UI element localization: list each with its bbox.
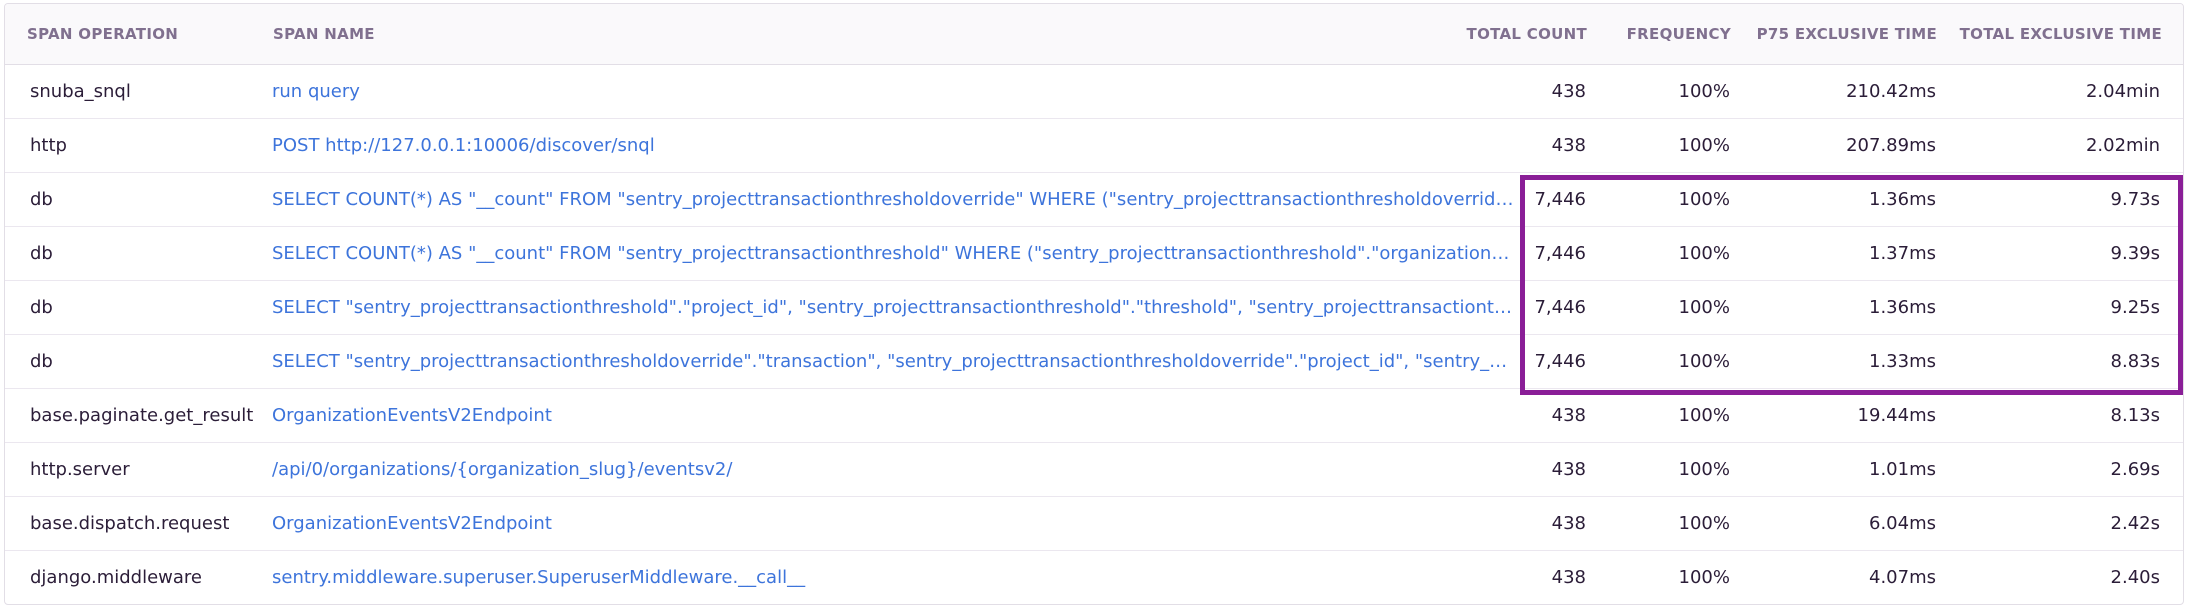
- span-operation: django.middleware: [30, 567, 203, 588]
- span-operation: db: [30, 189, 53, 210]
- span-name-link[interactable]: run query: [272, 65, 1517, 119]
- table-row: db SELECT "sentry_projecttransactionthre…: [5, 335, 2183, 389]
- p75-exclusive-time: 1.36ms: [1869, 297, 1936, 318]
- total-count: 438: [1551, 405, 1586, 426]
- span-name-link[interactable]: OrganizationEventsV2Endpoint: [272, 389, 1517, 443]
- span-name-link[interactable]: OrganizationEventsV2Endpoint: [272, 497, 1517, 551]
- p75-exclusive-time: 19.44ms: [1857, 405, 1936, 426]
- total-exclusive-time: 2.69s: [2110, 459, 2160, 480]
- span-operations-table: SPAN OPERATION SPAN NAME TOTAL COUNT FRE…: [4, 3, 2184, 605]
- frequency: 100%: [1678, 513, 1730, 534]
- total-count: 438: [1551, 459, 1586, 480]
- span-name-link[interactable]: /api/0/organizations/{organization_slug}…: [272, 443, 1517, 497]
- p75-exclusive-time: 1.36ms: [1869, 189, 1936, 210]
- span-name-link[interactable]: POST http://127.0.0.1:10006/discover/snq…: [272, 119, 1517, 173]
- total-count: 7,446: [1534, 297, 1586, 318]
- header-p75-exclusive-time[interactable]: P75 EXCLUSIVE TIME: [1757, 4, 1937, 65]
- span-operation: base.paginate.get_result: [30, 405, 254, 426]
- total-exclusive-time: 9.39s: [2110, 243, 2160, 264]
- total-exclusive-time: 2.04min: [2085, 81, 2160, 102]
- span-operation: http: [30, 135, 67, 156]
- p75-exclusive-time: 1.01ms: [1869, 459, 1936, 480]
- span-name-link[interactable]: SELECT COUNT(*) AS "__count" FROM "sentr…: [272, 173, 1517, 227]
- header-frequency[interactable]: FREQUENCY: [1627, 4, 1731, 65]
- span-operation: db: [30, 297, 53, 318]
- span-operation: snuba_snql: [30, 81, 131, 102]
- table-row: base.dispatch.request OrganizationEvents…: [5, 497, 2183, 551]
- frequency: 100%: [1678, 459, 1730, 480]
- total-count: 438: [1551, 81, 1586, 102]
- table-header: SPAN OPERATION SPAN NAME TOTAL COUNT FRE…: [5, 4, 2183, 65]
- p75-exclusive-time: 4.07ms: [1869, 567, 1936, 588]
- header-total-count[interactable]: TOTAL COUNT: [1467, 4, 1587, 65]
- frequency: 100%: [1678, 81, 1730, 102]
- span-operation: base.dispatch.request: [30, 513, 230, 534]
- p75-exclusive-time: 210.42ms: [1846, 81, 1936, 102]
- header-span-operation[interactable]: SPAN OPERATION: [27, 4, 178, 65]
- table-row: db SELECT "sentry_projecttransactionthre…: [5, 281, 2183, 335]
- frequency: 100%: [1678, 135, 1730, 156]
- span-operation: db: [30, 351, 53, 372]
- total-count: 438: [1551, 135, 1586, 156]
- table-row: snuba_snql run query 438 100% 210.42ms 2…: [5, 65, 2183, 119]
- total-exclusive-time: 8.13s: [2110, 405, 2160, 426]
- total-count: 7,446: [1534, 189, 1586, 210]
- p75-exclusive-time: 1.33ms: [1869, 351, 1936, 372]
- total-exclusive-time: 9.25s: [2110, 297, 2160, 318]
- table-row: base.paginate.get_result OrganizationEve…: [5, 389, 2183, 443]
- table-row: http.server /api/0/organizations/{organi…: [5, 443, 2183, 497]
- total-exclusive-time: 9.73s: [2110, 189, 2160, 210]
- table-row: http POST http://127.0.0.1:10006/discove…: [5, 119, 2183, 173]
- frequency: 100%: [1678, 189, 1730, 210]
- p75-exclusive-time: 207.89ms: [1846, 135, 1936, 156]
- span-name-link[interactable]: SELECT "sentry_projecttransactionthresho…: [272, 281, 1517, 335]
- header-span-name[interactable]: SPAN NAME: [273, 4, 375, 65]
- p75-exclusive-time: 1.37ms: [1869, 243, 1936, 264]
- total-count: 438: [1551, 513, 1586, 534]
- span-name-link[interactable]: sentry.middleware.superuser.SuperuserMid…: [272, 551, 1517, 604]
- frequency: 100%: [1678, 405, 1730, 426]
- span-operation: db: [30, 243, 53, 264]
- frequency: 100%: [1678, 351, 1730, 372]
- total-exclusive-time: 2.40s: [2110, 567, 2160, 588]
- table-row: django.middleware sentry.middleware.supe…: [5, 551, 2183, 604]
- frequency: 100%: [1678, 243, 1730, 264]
- total-exclusive-time: 2.42s: [2110, 513, 2160, 534]
- total-exclusive-time: 2.02min: [2085, 135, 2160, 156]
- frequency: 100%: [1678, 297, 1730, 318]
- total-count: 438: [1551, 567, 1586, 588]
- header-total-exclusive-time[interactable]: TOTAL EXCLUSIVE TIME: [1960, 4, 2162, 65]
- total-exclusive-time: 8.83s: [2110, 351, 2160, 372]
- total-count: 7,446: [1534, 351, 1586, 372]
- span-operation: http.server: [30, 459, 130, 480]
- total-count: 7,446: [1534, 243, 1586, 264]
- span-name-link[interactable]: SELECT "sentry_projecttransactionthresho…: [272, 335, 1517, 389]
- table-row: db SELECT COUNT(*) AS "__count" FROM "se…: [5, 227, 2183, 281]
- span-name-link[interactable]: SELECT COUNT(*) AS "__count" FROM "sentr…: [272, 227, 1517, 281]
- table-row: db SELECT COUNT(*) AS "__count" FROM "se…: [5, 173, 2183, 227]
- p75-exclusive-time: 6.04ms: [1869, 513, 1936, 534]
- frequency: 100%: [1678, 567, 1730, 588]
